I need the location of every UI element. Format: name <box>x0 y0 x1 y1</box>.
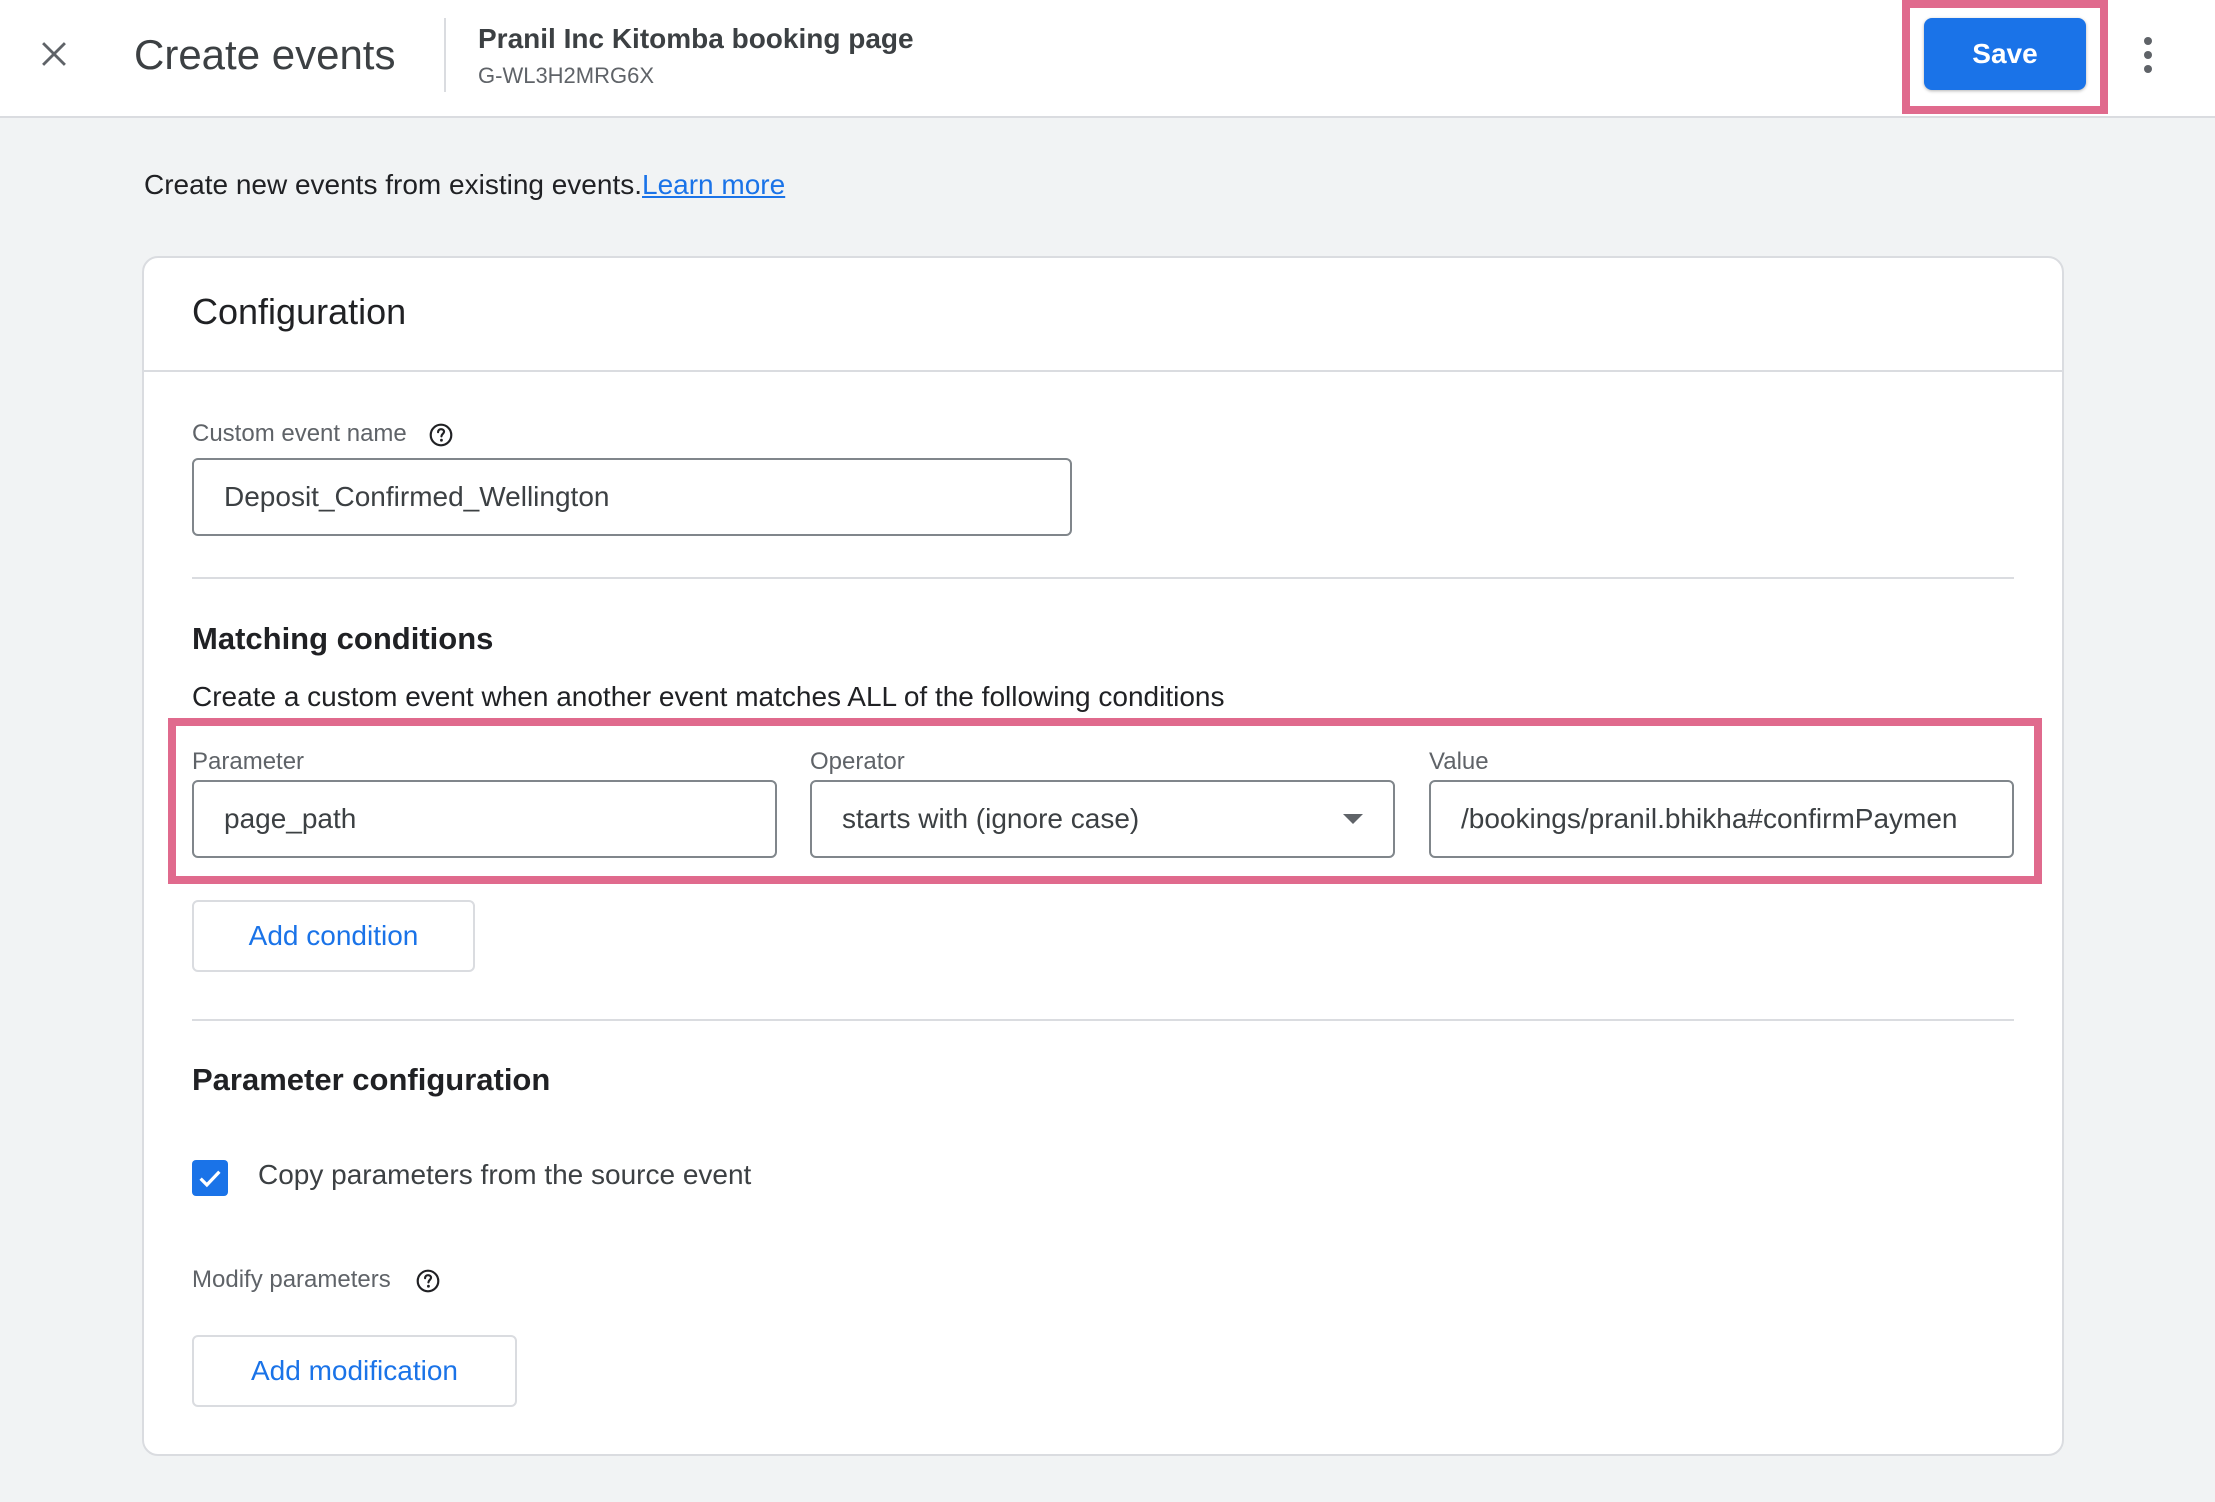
more-vert-icon <box>2144 37 2152 73</box>
modify-parameters-label: Modify parameters <box>192 1266 391 1293</box>
value-label: Value <box>1429 748 1489 775</box>
intro-description: Create new events from existing events. <box>144 169 643 200</box>
matching-conditions-heading: Matching conditions <box>192 621 494 656</box>
parameter-input[interactable]: page_path <box>192 780 777 858</box>
dropdown-arrow-icon <box>1343 814 1363 824</box>
parameter-configuration-heading: Parameter configuration <box>192 1062 551 1097</box>
property-name: Pranil Inc Kitomba booking page <box>478 23 914 54</box>
header-divider <box>444 18 446 92</box>
custom-event-name-label: Custom event name <box>192 420 407 447</box>
intro-text: Create new events from existing events.L… <box>144 168 785 202</box>
operator-value: starts with (ignore case) <box>842 803 1140 834</box>
section-divider <box>192 1019 2014 1021</box>
add-condition-button[interactable]: Add condition <box>192 900 475 972</box>
help-icon[interactable] <box>415 1268 441 1294</box>
check-icon <box>199 1170 221 1188</box>
add-modification-button[interactable]: Add modification <box>192 1335 517 1407</box>
close-icon <box>42 42 66 66</box>
parameter-value: page_path <box>224 803 357 834</box>
page-title: Create events <box>134 31 396 78</box>
save-button[interactable]: Save <box>1924 18 2086 90</box>
value-input[interactable]: /bookings/pranil.bhikha#confirmPaymen <box>1429 780 2014 858</box>
parameter-label: Parameter <box>192 748 305 775</box>
more-options-button[interactable] <box>2128 30 2168 80</box>
copy-parameters-checkbox[interactable] <box>192 1160 228 1196</box>
custom-event-name-input[interactable]: Deposit_Confirmed_Wellington <box>192 458 1072 536</box>
top-app-bar: Create events Pranil Inc Kitomba booking… <box>0 0 2215 118</box>
help-icon[interactable] <box>428 422 454 448</box>
card-title: Configuration <box>192 291 407 332</box>
learn-more-link[interactable]: Learn more <box>642 169 785 200</box>
copy-parameters-label: Copy parameters from the source event <box>258 1159 752 1190</box>
close-button[interactable] <box>30 30 78 78</box>
operator-label: Operator <box>810 748 905 775</box>
matching-conditions-description: Create a custom event when another event… <box>192 681 1225 712</box>
property-id: G-WL3H2MRG6X <box>478 63 655 88</box>
custom-event-name-value: Deposit_Confirmed_Wellington <box>224 481 610 512</box>
section-divider <box>192 577 2014 579</box>
card-header-divider <box>144 370 2062 372</box>
value-value: /bookings/pranil.bhikha#confirmPaymen <box>1461 803 1958 834</box>
operator-select[interactable]: starts with (ignore case) <box>810 780 1395 858</box>
